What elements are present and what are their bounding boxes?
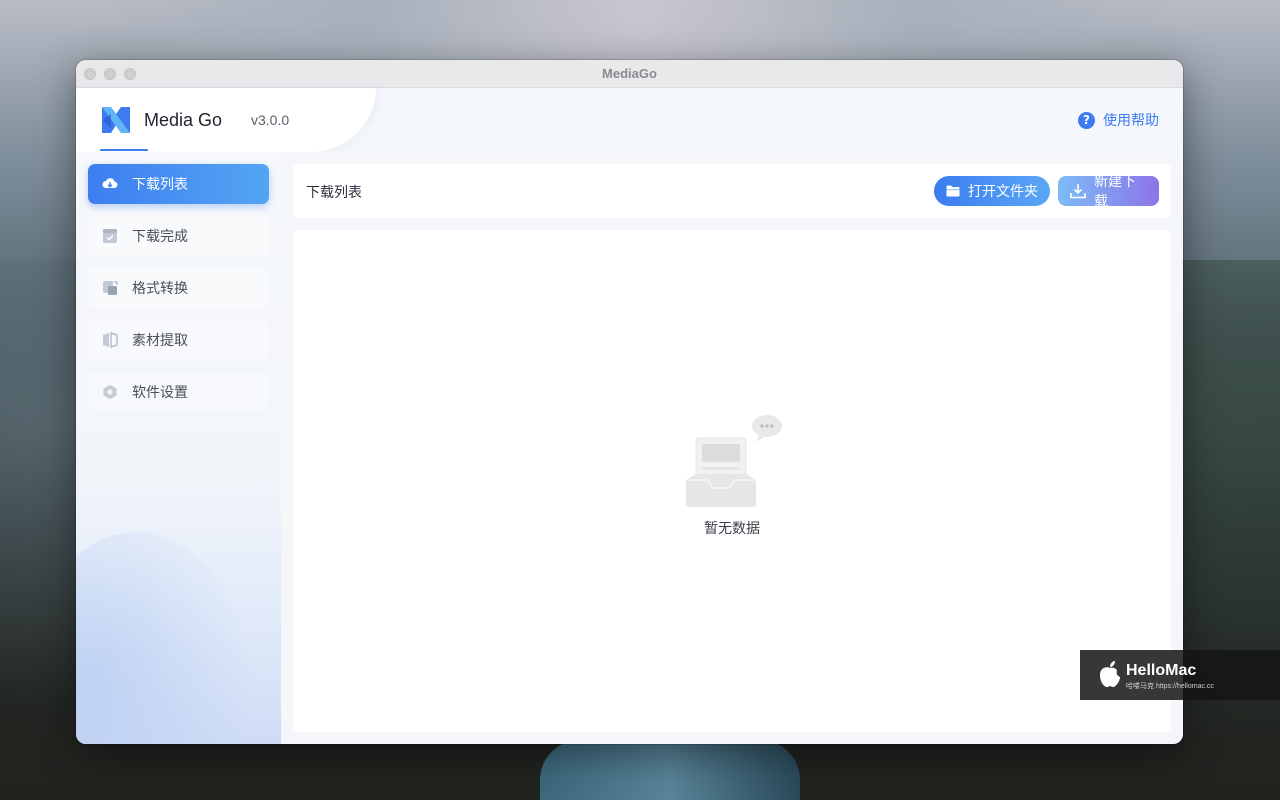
brand-underline: [100, 149, 148, 151]
check-square-icon: [102, 228, 118, 244]
window-title: MediaGo: [602, 66, 657, 81]
watermark-name: HelloMac: [1126, 662, 1197, 679]
sidebar-item-format-convert[interactable]: 格式转换: [88, 268, 269, 308]
hexagon-settings-icon: [102, 384, 118, 400]
sidebar-item-label: 软件设置: [132, 385, 188, 401]
question-circle-icon: ?: [1078, 111, 1095, 129]
media-go-logo-icon: [102, 107, 130, 133]
sidebar-item-label: 下载列表: [132, 177, 188, 193]
sidebar-item-label: 素材提取: [132, 333, 188, 349]
help-link[interactable]: ? 使用帮助: [1078, 110, 1159, 130]
sidebar-item-material-extract[interactable]: 素材提取: [88, 320, 269, 360]
apple-logo-icon: [1100, 661, 1120, 687]
sidebar: 下载列表 下载完成 格式转换 素材提取 软件设置: [76, 152, 281, 744]
open-folder-button[interactable]: 打开文件夹: [934, 176, 1050, 206]
extract-icon: [102, 332, 118, 348]
sidebar-item-download-complete[interactable]: 下载完成: [88, 216, 269, 256]
new-download-button[interactable]: 新建下载: [1058, 174, 1159, 210]
empty-inbox-icon: [686, 415, 782, 507]
help-label: 使用帮助: [1103, 113, 1159, 129]
main-panel: 下载列表 打开文件夹 新建下载 暂无数据: [281, 152, 1183, 744]
new-download-label: 新建下载: [1094, 174, 1136, 210]
watermark: HelloMac 哈喽马克 https://hellomac.cc: [1080, 650, 1280, 700]
sidebar-nav: 下载列表 下载完成 格式转换 素材提取 软件设置: [76, 152, 281, 412]
sidebar-item-download-list[interactable]: 下载列表: [88, 164, 269, 204]
app-window: MediaGo Media Go v3.0.0 ? 使用帮助 下载列表 下载完成: [76, 60, 1183, 744]
open-folder-label: 打开文件夹: [968, 184, 1038, 200]
watermark-subtitle: 哈喽马克 https://hellomac.cc: [1126, 683, 1214, 690]
title-bar[interactable]: MediaGo: [76, 60, 1183, 88]
download-list-content: 暂无数据: [293, 230, 1171, 732]
app-version: v3.0.0: [251, 112, 290, 128]
sidebar-item-settings[interactable]: 软件设置: [88, 372, 269, 412]
cloud-download-icon: [102, 176, 118, 192]
toolbar: 下载列表 打开文件夹 新建下载: [293, 164, 1171, 218]
empty-state-text: 暂无数据: [704, 521, 760, 537]
download-tray-icon: [1070, 183, 1086, 199]
convert-icon: [102, 280, 118, 296]
folder-icon: [946, 185, 960, 197]
empty-state: 暂无数据: [293, 412, 1171, 538]
sidebar-item-label: 下载完成: [132, 229, 188, 245]
brand-name: Media Go: [144, 110, 223, 130]
desktop-background-figure: [540, 740, 800, 800]
page-title: 下载列表: [306, 185, 362, 201]
sidebar-item-label: 格式转换: [132, 281, 188, 297]
